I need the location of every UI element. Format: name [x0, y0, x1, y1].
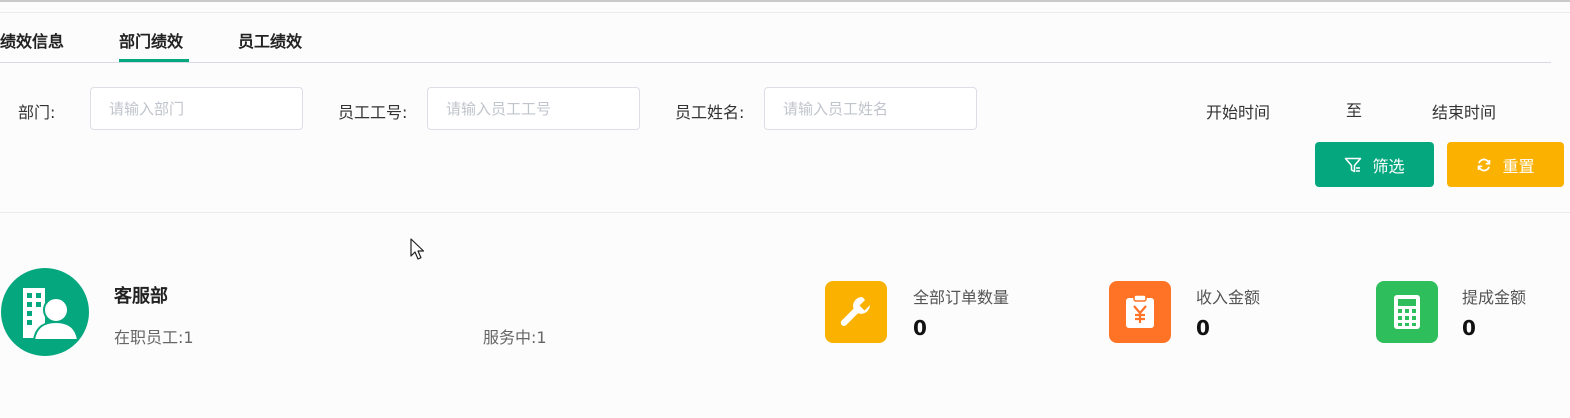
- revenue-label: 收入金额: [1196, 288, 1261, 307]
- revenue-tile: [1109, 281, 1171, 343]
- top-border: [0, 0, 1570, 2]
- filter-button[interactable]: 筛选: [1315, 142, 1434, 187]
- start-time-input[interactable]: 开始时间: [1206, 99, 1270, 123]
- refresh-icon: [1478, 158, 1491, 171]
- section-divider: [0, 212, 1570, 213]
- employee-id-label: 员工工号:: [338, 103, 408, 122]
- revenue-value: 0: [1196, 316, 1210, 340]
- filter-button-label: 筛选: [1372, 156, 1405, 176]
- total-orders-value: 0: [913, 316, 927, 340]
- calculator-icon: [1394, 295, 1420, 329]
- mouse-cursor-icon: [410, 238, 424, 260]
- tab-department-performance[interactable]: 部门绩效: [119, 28, 183, 52]
- yen-clipboard-icon: [1126, 294, 1154, 328]
- wrench-icon: [840, 297, 870, 327]
- filter-icon: [1345, 157, 1362, 172]
- total-orders-label: 全部订单数量: [913, 288, 1010, 307]
- tab-bar: 绩效信息 部门绩效 员工绩效: [0, 20, 1551, 63]
- commission-value: 0: [1462, 316, 1476, 340]
- department-avatar: [1, 268, 89, 356]
- employee-name-label: 员工姓名:: [675, 103, 745, 122]
- total-orders-tile: [825, 281, 887, 343]
- department-input[interactable]: [90, 87, 303, 130]
- tab-performance-info[interactable]: 绩效信息: [0, 28, 64, 52]
- employee-id-input[interactable]: [427, 87, 640, 130]
- reset-button-label: 重置: [1502, 156, 1535, 176]
- building-person-icon: [23, 288, 80, 341]
- commission-tile: [1376, 281, 1438, 343]
- department-name: 客服部: [114, 286, 168, 307]
- end-time-input[interactable]: 结束时间: [1432, 99, 1496, 123]
- in-service-count: 服务中:1: [483, 328, 547, 347]
- date-range-separator: 至: [1346, 101, 1363, 120]
- top-divider: [0, 12, 1570, 13]
- tab-employee-performance[interactable]: 员工绩效: [238, 28, 302, 52]
- commission-label: 提成金额: [1462, 288, 1527, 307]
- reset-button[interactable]: 重置: [1447, 142, 1564, 187]
- active-employees-count: 在职员工:1: [114, 328, 194, 347]
- active-tab-indicator: [119, 59, 189, 62]
- department-label: 部门:: [18, 103, 56, 122]
- employee-name-input[interactable]: [764, 87, 977, 130]
